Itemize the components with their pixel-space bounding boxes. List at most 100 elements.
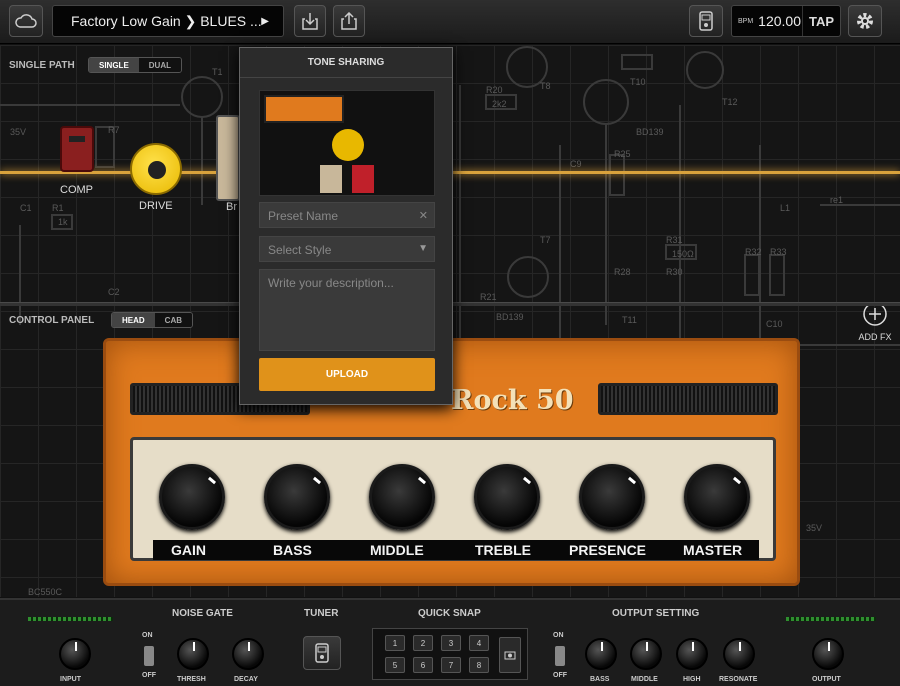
out-high-knob[interactable] (676, 638, 708, 670)
schem-c10: C10 (766, 319, 783, 329)
settings-button[interactable] (848, 5, 882, 37)
schem-c1: C1 (20, 203, 32, 213)
schem-v35-1: 35V (10, 127, 26, 137)
schem-r25: R25 (614, 149, 631, 159)
bass-knob[interactable] (264, 464, 330, 530)
gain-knob[interactable] (159, 464, 225, 530)
drive-pedal-knob (148, 161, 166, 179)
snap-5[interactable]: 5 (385, 657, 405, 673)
out-resonate-knob[interactable] (723, 638, 755, 670)
preset-name-field[interactable]: Preset Name ✕ (259, 202, 435, 228)
chevron-down-icon: ▼ (418, 243, 428, 254)
pedal-icon (699, 11, 713, 31)
decay-knob[interactable] (232, 638, 264, 670)
tone-sharing-dialog: TONE SHARING Preset Name ✕ Select Style … (239, 47, 453, 405)
description-field[interactable]: Write your description... (259, 269, 435, 351)
tuner-button[interactable] (303, 636, 341, 670)
out-bass-label: BASS (590, 676, 610, 683)
add-fx-button[interactable]: ADD FX (858, 301, 892, 342)
treble-knob[interactable] (474, 464, 540, 530)
snap-2[interactable]: 2 (413, 635, 433, 651)
single-option[interactable]: SINGLE (89, 58, 139, 72)
schem-r20: R20 (486, 85, 503, 95)
camera-icon (504, 651, 516, 660)
knob-label-strip: GAIN BASS MIDDLE TREBLE PRESENCE MASTER (153, 540, 759, 560)
preset-name: Factory Low Gain ❯ BLUES ... (71, 12, 262, 29)
out-bass-knob[interactable] (585, 638, 617, 670)
presence-knob[interactable] (579, 464, 645, 530)
snap-4[interactable]: 4 (469, 635, 489, 651)
gate-off-label: OFF (142, 672, 156, 679)
schem-r30: R30 (666, 267, 683, 277)
gate-toggle[interactable] (144, 646, 154, 666)
schem-t8: T8 (540, 81, 551, 91)
import-button[interactable] (294, 5, 326, 37)
schem-r31: R31 (666, 235, 683, 245)
out-middle-label: MIDDLE (631, 676, 658, 683)
output-on-label: ON (553, 632, 564, 639)
snap-8[interactable]: 8 (469, 657, 489, 673)
input-label: INPUT (60, 676, 81, 683)
amp-name: Rock 50 (451, 385, 574, 416)
presence-label: PRESENCE (569, 542, 647, 558)
head-cab-toggle: HEAD CAB (111, 312, 194, 328)
snapshot-camera-button[interactable] (499, 637, 521, 673)
schem-c2: C2 (108, 287, 120, 297)
snap-6[interactable]: 6 (413, 657, 433, 673)
schem-l1: L1 (780, 203, 790, 213)
tuner-icon (315, 643, 329, 663)
thumb-pedal-2 (352, 165, 374, 193)
style-select[interactable]: Select Style ▼ (259, 236, 435, 262)
middle-label: MIDDLE (370, 542, 424, 558)
cab-option[interactable]: CAB (154, 313, 193, 327)
single-path-label: SINGLE PATH (9, 60, 75, 71)
preset-thumbnail (259, 90, 435, 196)
gate-on-label: ON (142, 632, 153, 639)
upload-button[interactable]: UPLOAD (259, 358, 435, 391)
drive-pedal[interactable] (130, 143, 182, 195)
schem-bd139-1: BD139 (636, 127, 664, 137)
thumb-pedal-1 (320, 165, 342, 193)
out-middle-knob[interactable] (630, 638, 662, 670)
gain-label: GAIN (171, 542, 206, 558)
control-panel-label: CONTROL PANEL (9, 315, 95, 326)
master-knob[interactable] (684, 464, 750, 530)
bpm-display[interactable]: BPM 120.00 TAP (731, 5, 841, 37)
schem-150: 150Ω (672, 249, 694, 259)
input-knob[interactable] (59, 638, 91, 670)
comp-label: COMP (60, 184, 93, 196)
add-fx-label: ADD FX (858, 332, 892, 342)
schem-bd139-2: BD139 (496, 312, 524, 322)
tap-button[interactable]: TAP (802, 6, 840, 36)
preset-selector[interactable]: Factory Low Gain ❯ BLUES ... ▶ (52, 5, 284, 37)
output-setting-title: OUTPUT SETTING (612, 608, 700, 619)
thresh-knob[interactable] (177, 638, 209, 670)
dialog-title: TONE SHARING (240, 48, 452, 78)
top-bar: Factory Low Gain ❯ BLUES ... ▶ BPM 120.0… (0, 0, 900, 44)
schem-c9: C9 (570, 159, 582, 169)
output-knob[interactable] (812, 638, 844, 670)
bpm-label: BPM (738, 17, 754, 25)
comp-pedal[interactable] (60, 126, 94, 172)
schem-v35-2: 35V (806, 523, 822, 533)
schem-re1: re1 (830, 195, 843, 205)
gear-icon (857, 13, 873, 29)
head-option[interactable]: HEAD (112, 313, 155, 327)
schem-r21: R21 (480, 292, 497, 302)
share-button[interactable] (333, 5, 365, 37)
schem-t1: T1 (212, 67, 223, 77)
clear-icon[interactable]: ✕ (419, 209, 428, 222)
dual-option[interactable]: DUAL (138, 58, 181, 72)
middle-knob[interactable] (369, 464, 435, 530)
output-toggle[interactable] (555, 646, 565, 666)
snap-1[interactable]: 1 (385, 635, 405, 651)
schem-r33: R33 (770, 247, 787, 257)
amp-vent-right (598, 383, 778, 415)
stompbox-button[interactable] (689, 5, 723, 37)
cloud-button[interactable] (9, 5, 43, 37)
drive-label: DRIVE (139, 200, 173, 212)
snap-3[interactable]: 3 (441, 635, 461, 651)
snap-7[interactable]: 7 (441, 657, 461, 673)
next-pedal-label: Br (226, 201, 237, 213)
next-pedal[interactable] (216, 115, 240, 201)
